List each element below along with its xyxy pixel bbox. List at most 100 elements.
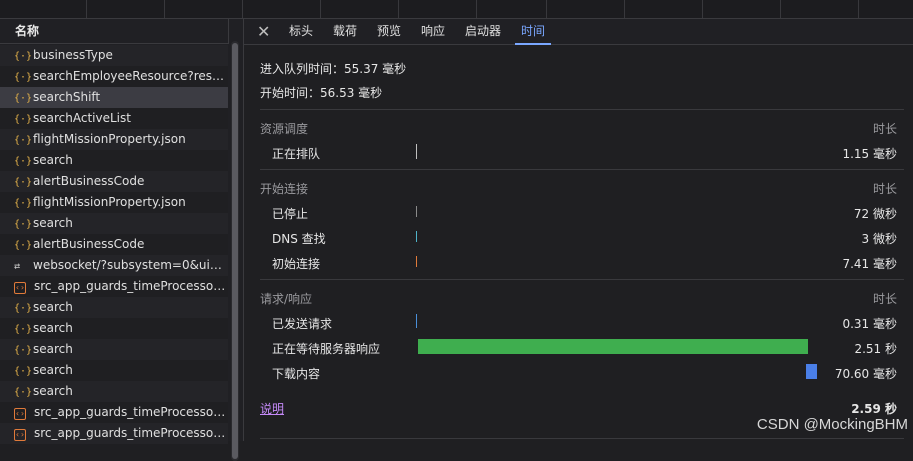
timing-bar-initial-connection	[416, 256, 417, 267]
request-row[interactable]: {·}searchActiveList	[0, 108, 228, 129]
tab-headers[interactable]: 标头	[289, 19, 313, 44]
section-divider	[260, 109, 904, 110]
request-row[interactable]: {·}search	[0, 318, 228, 339]
request-row[interactable]: {·}searchEmployeeResource?reso...	[0, 66, 228, 87]
timing-row-label: 下载内容	[272, 367, 321, 381]
section-title-resource-scheduling: 资源调度	[260, 122, 309, 136]
timing-row-value: 70.60 毫秒	[834, 367, 897, 381]
tab-initiator[interactable]: 启动器	[465, 19, 501, 44]
timing-row-label: DNS 查找	[272, 232, 326, 246]
request-row[interactable]: {·}searchShift	[0, 87, 228, 108]
overview-gridline	[546, 0, 547, 18]
queued-at-text: 进入队列时间：55.37 毫秒	[260, 62, 407, 76]
request-row[interactable]: {·}search	[0, 360, 228, 381]
duration-header: 时长	[872, 292, 897, 306]
request-name: search	[33, 153, 73, 167]
timing-row-label: 正在排队	[272, 147, 321, 161]
timing-row-value: 3 微秒	[861, 232, 897, 246]
waterfall-overview-strip	[0, 0, 913, 19]
xhr-icon: {·}	[14, 93, 33, 104]
request-row[interactable]: ‹› src_app_guards_timeProcessor...	[0, 276, 228, 297]
request-name: searchActiveList	[33, 111, 131, 125]
timing-row-label: 已停止	[272, 207, 309, 221]
request-row[interactable]: {·}search	[0, 297, 228, 318]
timing-bar-content-download	[805, 364, 817, 379]
overview-gridline	[320, 0, 321, 18]
name-column-header[interactable]: 名称	[0, 19, 229, 44]
xhr-icon: {·}	[14, 345, 33, 356]
timing-panel: 进入队列时间：55.37 毫秒 开始时间：56.53 毫秒 资源调度 时长 正在…	[244, 45, 913, 441]
overview-gridline	[702, 0, 703, 18]
script-icon: ‹›	[14, 282, 26, 294]
request-row[interactable]: {·}search	[0, 150, 228, 171]
footer-divider	[260, 438, 904, 439]
timing-row-label: 正在等待服务器响应	[272, 342, 381, 356]
timing-bar-dns-lookup	[416, 231, 417, 242]
duration-header: 时长	[872, 122, 897, 136]
request-name: flightMissionProperty.json	[33, 132, 186, 146]
timing-bar-stalled	[416, 206, 417, 217]
tab-preview[interactable]: 预览	[377, 19, 401, 44]
xhr-icon: {·}	[14, 135, 33, 146]
request-row[interactable]: {·}search	[0, 381, 228, 402]
timing-bar-queueing	[416, 144, 417, 159]
request-name: businessType	[33, 48, 113, 62]
request-name: alertBusinessCode	[33, 237, 145, 251]
script-icon: ‹›	[14, 408, 26, 420]
request-row[interactable]: ‹› src_app_guards_timeProcessor...	[0, 402, 228, 423]
xhr-icon: {·}	[14, 219, 33, 230]
xhr-icon: {·}	[14, 303, 33, 314]
request-list-panel: 名称 {·}businessType {·}searchEmployeeResou…	[0, 19, 243, 461]
request-row[interactable]: {·}alertBusinessCode	[0, 171, 228, 192]
tab-timing[interactable]: 时间	[514, 19, 552, 45]
request-name: search	[33, 342, 73, 356]
websocket-icon: ⇄	[14, 261, 21, 272]
overview-gridline	[164, 0, 165, 18]
duration-header: 时长	[872, 182, 897, 196]
detail-tabs: ✕ 标头 载荷 预览 响应 启动器 时间	[244, 19, 913, 45]
request-row[interactable]: ⇄ websocket/?subsystem=0&uid=...	[0, 255, 228, 276]
section-title-connection-start: 开始连接	[260, 182, 309, 196]
request-name: searchEmployeeResource?reso...	[33, 69, 228, 83]
close-icon[interactable]: ✕	[257, 22, 270, 41]
xhr-icon: {·}	[14, 177, 33, 188]
request-name: websocket/?subsystem=0&uid=...	[33, 258, 228, 272]
request-name: alertBusinessCode	[33, 174, 145, 188]
timing-row-value: 72 微秒	[853, 207, 897, 221]
timing-row-value: 2.51 秒	[854, 342, 897, 356]
overview-gridline	[242, 0, 243, 18]
section-divider	[260, 279, 904, 280]
section-title-request-response: 请求/响应	[260, 292, 313, 306]
request-row[interactable]: {·}flightMissionProperty.json	[0, 192, 228, 213]
overview-gridline	[780, 0, 781, 18]
xhr-icon: {·}	[14, 387, 33, 398]
xhr-icon: {·}	[14, 198, 33, 209]
xhr-icon: {·}	[14, 72, 33, 83]
timing-row-label: 初始连接	[272, 257, 321, 271]
timing-row-value: 1.15 毫秒	[842, 147, 897, 161]
xhr-icon: {·}	[14, 240, 33, 251]
request-row[interactable]: {·}search	[0, 339, 228, 360]
request-name: src_app_guards_timeProcessor...	[34, 279, 228, 293]
request-name: search	[33, 363, 73, 377]
xhr-icon: {·}	[14, 51, 33, 62]
script-icon: ‹›	[14, 429, 26, 441]
overview-gridline	[858, 0, 859, 18]
request-row[interactable]: {·}flightMissionProperty.json	[0, 129, 228, 150]
xhr-icon: {·}	[14, 156, 33, 167]
request-name: search	[33, 384, 73, 398]
xhr-icon: {·}	[14, 324, 33, 335]
tab-payload[interactable]: 载荷	[333, 19, 357, 44]
request-row[interactable]: {·}businessType	[0, 45, 228, 66]
tab-response[interactable]: 响应	[421, 19, 445, 44]
request-name: src_app_guards_timeProcessor...	[34, 426, 228, 440]
request-row[interactable]: {·}search	[0, 213, 228, 234]
request-row[interactable]: {·}alertBusinessCode	[0, 234, 228, 255]
request-list-scrollbar[interactable]	[231, 41, 239, 461]
explanation-link[interactable]: 说明	[260, 400, 284, 417]
total-duration: 2.59 秒	[851, 402, 897, 416]
started-at-text: 开始时间：56.53 毫秒	[260, 86, 383, 100]
scrollbar-thumb[interactable]	[232, 43, 238, 459]
xhr-icon: {·}	[14, 366, 33, 377]
section-divider	[260, 169, 904, 170]
